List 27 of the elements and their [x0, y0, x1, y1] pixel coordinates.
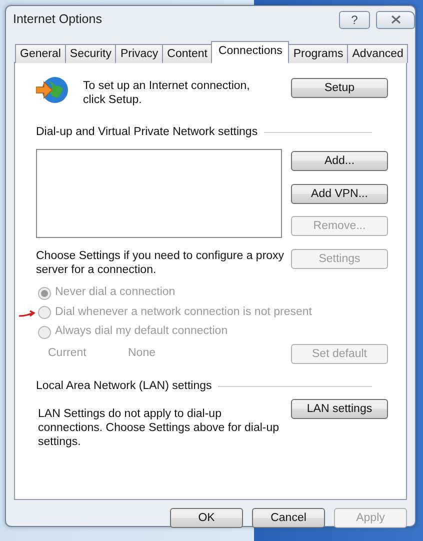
tab[interactable]: Programs	[288, 44, 348, 63]
lan-settings-button[interactable]: LAN settings	[291, 399, 388, 419]
tab[interactable]: Content	[162, 44, 212, 63]
setup-instruction: To set up an Internet connection, click Setup.	[83, 79, 251, 107]
connection-button[interactable]: Add...	[291, 151, 388, 172]
section-heading: Dial-up and Virtual Private Network settings	[36, 125, 258, 140]
tab[interactable]: Advanced	[347, 44, 408, 63]
proxy-instruction: Choose Settings if you need to configure a proxy server for a connection.	[36, 249, 286, 278]
annotation-arrow-icon	[18, 310, 35, 318]
connection-button[interactable]: Add VPN...	[291, 184, 388, 204]
tab[interactable]: General	[15, 44, 66, 63]
help-button[interactable]: ?	[339, 10, 370, 28]
dialog-button[interactable]: Cancel	[252, 508, 325, 528]
current-label: Current	[48, 346, 88, 362]
current-value: None	[128, 346, 156, 362]
tab[interactable]: Security	[64, 44, 116, 63]
tab[interactable]: Privacy	[115, 44, 164, 63]
section-heading: Local Area Network (LAN) settings	[36, 378, 212, 394]
globe-icon	[36, 75, 69, 105]
close-icon	[390, 15, 400, 24]
setup-button[interactable]: Setup	[291, 78, 388, 98]
dialog-button[interactable]: OK	[170, 508, 243, 528]
lan-note: LAN Settings do not apply to dial-up connections. Choose Settings above for dial-up settings.	[38, 407, 280, 449]
window-title: Internet Options	[13, 11, 103, 28]
tab[interactable]: Connections	[211, 41, 290, 63]
connection-list[interactable]	[36, 149, 282, 238]
close-button[interactable]	[376, 10, 415, 28]
